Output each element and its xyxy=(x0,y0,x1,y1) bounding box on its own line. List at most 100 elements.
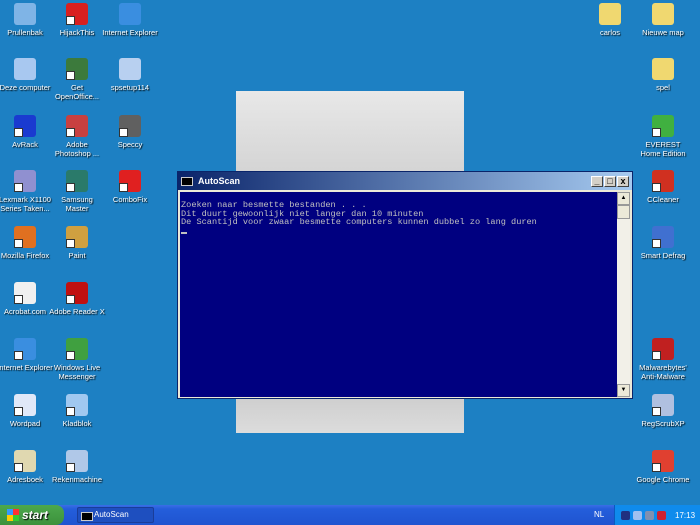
taskbar-button-autoscan[interactable]: AutoScan xyxy=(77,507,154,523)
desktop-icon[interactable]: spel xyxy=(635,58,691,92)
taskbar: start AutoScan NL 17:13 xyxy=(0,505,700,525)
desktop-icon-label: Prullenbak xyxy=(7,28,43,37)
messenger-icon xyxy=(66,338,88,360)
address-book-icon xyxy=(14,450,36,472)
security-shield-icon[interactable] xyxy=(657,510,666,520)
hijackthis-icon xyxy=(66,3,88,25)
console-line: De Scantijd voor zwaar besmette computer… xyxy=(181,217,537,227)
folder-icon xyxy=(652,3,674,25)
folder-icon xyxy=(599,3,621,25)
ccleaner-icon xyxy=(652,170,674,192)
firefox-icon xyxy=(14,226,36,248)
desktop-icon-label: Adobe Photoshop ... xyxy=(54,140,100,158)
desktop-icon[interactable]: Acrobat.com xyxy=(0,282,53,316)
desktop-icon[interactable]: Rekenmachine xyxy=(49,450,105,484)
desktop-icon[interactable]: Malwarebytes' Anti-Malware xyxy=(635,338,691,381)
desktop-icon-label: Adresboek xyxy=(7,475,43,484)
chrome-icon xyxy=(652,450,674,472)
desktop-icon[interactable]: Adobe Reader X xyxy=(49,282,105,316)
desktop-icon[interactable]: Google Chrome xyxy=(635,450,691,484)
desktop-icon-label: spel xyxy=(656,83,670,92)
desktop-icon[interactable]: Prullenbak xyxy=(0,3,53,37)
scroll-thumb[interactable] xyxy=(617,205,630,219)
desktop-icon-label: Internet Explorer xyxy=(0,363,53,372)
desktop-icon-label: Get OpenOffice... xyxy=(54,83,100,101)
autoscan-window[interactable]: AutoScan _ □ x Zoeken naar besmette best… xyxy=(177,171,633,399)
desktop-icon-label: Rekenmachine xyxy=(51,475,103,484)
lexmark-icon xyxy=(14,170,36,192)
photoshop-icon xyxy=(66,115,88,137)
desktop-icon[interactable]: spsetup114 xyxy=(102,58,158,92)
desktop-icon[interactable]: Nieuwe map xyxy=(635,3,691,37)
wordpad-icon xyxy=(14,394,36,416)
desktop-icon[interactable]: Internet Explorer xyxy=(0,338,53,372)
desktop-icon-label: Nieuwe map xyxy=(642,28,684,37)
desktop-icon[interactable]: Windows Live Messenger xyxy=(49,338,105,381)
recycle-bin-icon xyxy=(14,3,36,25)
desktop-icon[interactable]: Get OpenOffice... xyxy=(49,58,105,101)
paint-icon xyxy=(66,226,88,248)
desktop-icon[interactable]: ComboFix xyxy=(102,170,158,204)
acrobat-icon xyxy=(14,282,36,304)
desktop-icon[interactable]: Samsung Master xyxy=(49,170,105,213)
desktop-icon[interactable]: RegScrubXP xyxy=(635,394,691,428)
desktop-icon[interactable]: Adresboek xyxy=(0,450,53,484)
console-icon xyxy=(181,176,193,186)
desktop-icon[interactable]: Mozilla Firefox xyxy=(0,226,53,260)
desktop-icon[interactable]: HijackThis xyxy=(49,3,105,37)
close-button[interactable]: x xyxy=(617,175,629,187)
desktop-icon[interactable]: Kladblok xyxy=(49,394,105,428)
window-title: AutoScan xyxy=(198,176,241,186)
desktop-icon-label: HijackThis xyxy=(59,28,95,37)
desktop-icon-label: Kladblok xyxy=(62,419,92,428)
desktop-icon[interactable]: Lexmark X1100 Series Taken... xyxy=(0,170,53,213)
internet-explorer-icon xyxy=(119,3,141,25)
regscrub-icon xyxy=(652,394,674,416)
desktop-icon[interactable]: Deze computer xyxy=(0,58,53,92)
desktop-icon[interactable]: EVEREST Home Edition xyxy=(635,115,691,158)
notepad-icon xyxy=(66,394,88,416)
speccy-icon xyxy=(119,115,141,137)
vertical-scrollbar[interactable]: ▲ ▼ xyxy=(617,192,630,397)
internet-explorer-icon xyxy=(14,338,36,360)
language-indicator[interactable]: NL xyxy=(594,505,604,525)
avrack-icon xyxy=(14,115,36,137)
desktop-icon-label: spsetup114 xyxy=(110,83,150,92)
desktop-icon-label: Samsung Master xyxy=(61,195,93,213)
cursor xyxy=(181,231,187,234)
desktop-icon[interactable]: Wordpad xyxy=(0,394,53,428)
desktop-icon[interactable]: carlos xyxy=(582,3,638,37)
smart-defrag-icon xyxy=(652,226,674,248)
desktop-icon[interactable]: Adobe Photoshop ... xyxy=(49,115,105,158)
tray-app-icon[interactable] xyxy=(621,510,630,520)
desktop-icon[interactable]: Smart Defrag xyxy=(635,226,691,260)
malwarebytes-icon xyxy=(652,338,674,360)
network-icon[interactable] xyxy=(633,510,642,520)
desktop-icon[interactable]: Paint xyxy=(49,226,105,260)
adobe-reader-icon xyxy=(66,282,88,304)
clock: 17:13 xyxy=(675,510,696,520)
desktop-icon[interactable]: Speccy xyxy=(102,115,158,149)
desktop-icon-label: Internet Explorer xyxy=(102,28,158,37)
openoffice-icon xyxy=(66,58,88,80)
desktop-icon-label: Speccy xyxy=(117,140,143,149)
start-button[interactable]: start xyxy=(0,505,64,525)
minimize-button[interactable]: _ xyxy=(591,175,603,187)
desktop-icon-label: Paint xyxy=(68,251,86,260)
folder-icon xyxy=(652,58,674,80)
desktop-icon[interactable]: Internet Explorer xyxy=(102,3,158,37)
desktop-icon-label: Lexmark X1100 Series Taken... xyxy=(0,195,51,213)
desktop-icon-label: Wordpad xyxy=(9,419,41,428)
scroll-up-button[interactable]: ▲ xyxy=(617,192,630,205)
desktop-icon-label: RegScrubXP xyxy=(641,419,685,428)
desktop-icon-label: Mozilla Firefox xyxy=(0,251,50,260)
calculator-icon xyxy=(66,450,88,472)
console-output[interactable]: Zoeken naar besmette bestanden . . . Dit … xyxy=(180,192,618,397)
volume-icon[interactable] xyxy=(645,510,654,520)
desktop-icon[interactable]: CCleaner xyxy=(635,170,691,204)
title-bar[interactable]: AutoScan _ □ x xyxy=(178,172,632,190)
desktop-icon[interactable]: AvRack xyxy=(0,115,53,149)
scroll-down-button[interactable]: ▼ xyxy=(617,384,630,397)
desktop-icon-label: Windows Live Messenger xyxy=(53,363,101,381)
maximize-button[interactable]: □ xyxy=(604,175,616,187)
